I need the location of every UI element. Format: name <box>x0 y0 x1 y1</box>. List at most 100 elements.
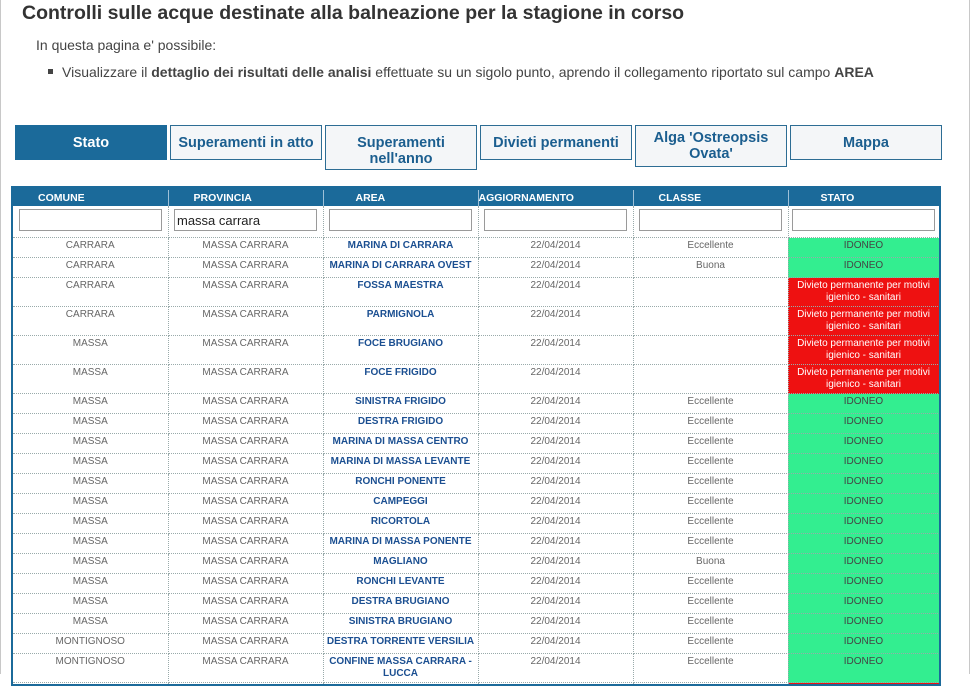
table-row: MASSAMASSA CARRARACAMPEGGI22/04/2014Ecce… <box>13 494 939 514</box>
cell-stato: IDONEO <box>788 554 939 574</box>
cell-stato: Divieto permanente per motivi igienico -… <box>788 365 939 394</box>
cell-stato: IDONEO <box>788 474 939 494</box>
cell-stato: IDONEO <box>788 514 939 534</box>
cell-stato: IDONEO <box>788 258 939 278</box>
cell-comune: CARRARA <box>13 278 168 307</box>
table-row: CARRARAMASSA CARRARAFOSSA MAESTRA22/04/2… <box>13 278 939 307</box>
cell-area[interactable]: TORRENTE VERSILIA <box>323 683 478 686</box>
cell-aggiornamento: 22/04/2014 <box>478 554 633 574</box>
cell-classe: Eccellente <box>633 434 788 454</box>
cell-comune: MASSA <box>13 534 168 554</box>
table-row: MASSAMASSA CARRARADESTRA BRUGIANO22/04/2… <box>13 594 939 614</box>
cell-classe: Buona <box>633 258 788 278</box>
cell-area[interactable]: MAGLIANO <box>323 554 478 574</box>
filter-classe[interactable] <box>639 209 782 231</box>
filter-area[interactable] <box>329 209 472 231</box>
cell-comune: MASSA <box>13 365 168 394</box>
header-area[interactable]: AREA <box>323 190 478 206</box>
header-aggiornamento[interactable]: AGGIORNAMENTO <box>478 190 633 206</box>
table-row: MONTIGNOSOMASSA CARRARATORRENTE VERSILIA… <box>13 683 939 686</box>
cell-aggiornamento: 22/04/2014 <box>478 494 633 514</box>
cell-area[interactable]: MARINA DI CARRARA OVEST <box>323 258 478 278</box>
cell-aggiornamento: 22/04/2014 <box>478 454 633 474</box>
cell-area[interactable]: SINISTRA FRIGIDO <box>323 394 478 414</box>
cell-area[interactable]: FOSSA MAESTRA <box>323 278 478 307</box>
cell-area[interactable]: PARMIGNOLA <box>323 307 478 336</box>
cell-area[interactable]: DESTRA FRIGIDO <box>323 414 478 434</box>
cell-area[interactable]: MARINA DI MASSA LEVANTE <box>323 454 478 474</box>
header-comune[interactable]: COMUNE <box>13 190 168 206</box>
cell-aggiornamento: 22/04/2014 <box>478 238 633 258</box>
cell-comune: MASSA <box>13 614 168 634</box>
tab-alga-ostreopsis[interactable]: Alga 'Ostreopsis Ovata' <box>635 125 787 167</box>
cell-comune: MASSA <box>13 494 168 514</box>
cell-provincia: MASSA CARRARA <box>168 494 323 514</box>
cell-area[interactable]: SINISTRA BRUGIANO <box>323 614 478 634</box>
header-provincia[interactable]: PROVINCIA <box>168 190 323 206</box>
cell-area[interactable]: RICORTOLA <box>323 514 478 534</box>
cell-area[interactable]: FOCE BRUGIANO <box>323 336 478 365</box>
cell-classe <box>633 336 788 365</box>
cell-classe <box>633 683 788 686</box>
cell-area[interactable]: MARINA DI CARRARA <box>323 238 478 258</box>
filter-stato[interactable] <box>792 209 935 231</box>
filter-aggiornamento[interactable] <box>484 209 627 231</box>
cell-aggiornamento: 22/04/2014 <box>478 683 633 686</box>
cell-aggiornamento: 22/04/2014 <box>478 336 633 365</box>
cell-classe <box>633 278 788 307</box>
cell-area[interactable]: CAMPEGGI <box>323 494 478 514</box>
cell-area[interactable]: MARINA DI MASSA CENTRO <box>323 434 478 454</box>
cell-stato: Divieto permanente per motivi igienico -… <box>788 278 939 307</box>
cell-aggiornamento: 22/04/2014 <box>478 394 633 414</box>
cell-aggiornamento: 22/04/2014 <box>478 307 633 336</box>
tab-stato[interactable]: Stato <box>15 125 167 160</box>
cell-aggiornamento: 22/04/2014 <box>478 258 633 278</box>
cell-aggiornamento: 22/04/2014 <box>478 594 633 614</box>
cell-comune: CARRARA <box>13 238 168 258</box>
page-title: Controlli sulle acque destinate alla bal… <box>22 2 684 25</box>
bullet-icon <box>48 69 53 74</box>
cell-area[interactable]: RONCHI PONENTE <box>323 474 478 494</box>
cell-comune: MONTIGNOSO <box>13 634 168 654</box>
cell-area[interactable]: RONCHI LEVANTE <box>323 574 478 594</box>
table-row: CARRARAMASSA CARRARAMARINA DI CARRARA OV… <box>13 258 939 278</box>
cell-aggiornamento: 22/04/2014 <box>478 574 633 594</box>
cell-provincia: MASSA CARRARA <box>168 365 323 394</box>
table-row: MASSAMASSA CARRARAMARINA DI MASSA LEVANT… <box>13 454 939 474</box>
cell-classe: Eccellente <box>633 574 788 594</box>
header-stato[interactable]: STATO <box>788 190 939 206</box>
filter-comune[interactable] <box>19 209 162 231</box>
cell-provincia: MASSA CARRARA <box>168 336 323 365</box>
tab-superamenti-nell-anno[interactable]: Superamenti nell'anno <box>325 125 477 170</box>
cell-area[interactable]: DESTRA TORRENTE VERSILIA <box>323 634 478 654</box>
cell-aggiornamento: 22/04/2014 <box>478 474 633 494</box>
cell-classe: Eccellente <box>633 514 788 534</box>
cell-stato: IDONEO <box>788 534 939 554</box>
cell-provincia: MASSA CARRARA <box>168 474 323 494</box>
cell-provincia: MASSA CARRARA <box>168 514 323 534</box>
table-row: MASSAMASSA CARRARAFOCE FRIGIDO22/04/2014… <box>13 365 939 394</box>
cell-area[interactable]: MARINA DI MASSA PONENTE <box>323 534 478 554</box>
cell-area[interactable]: DESTRA BRUGIANO <box>323 594 478 614</box>
cell-area[interactable]: CONFINE MASSA CARRARA - LUCCA <box>323 654 478 683</box>
table-header-row: COMUNE PROVINCIA AREA AGGIORNAMENTO CLAS… <box>13 190 939 206</box>
table-row: MASSAMASSA CARRARAMARINA DI MASSA PONENT… <box>13 534 939 554</box>
cell-area[interactable]: FOCE FRIGIDO <box>323 365 478 394</box>
cell-classe <box>633 307 788 336</box>
header-classe[interactable]: CLASSE <box>633 190 788 206</box>
cell-stato: IDONEO <box>788 394 939 414</box>
cell-stato: IDONEO <box>788 454 939 474</box>
cell-comune: MASSA <box>13 454 168 474</box>
tab-mappa[interactable]: Mappa <box>790 125 942 160</box>
tab-divieti-permanenti[interactable]: Divieti permanenti <box>480 125 632 160</box>
cell-provincia: MASSA CARRARA <box>168 594 323 614</box>
cell-aggiornamento: 22/04/2014 <box>478 414 633 434</box>
filter-provincia[interactable] <box>174 209 317 231</box>
cell-provincia: MASSA CARRARA <box>168 574 323 594</box>
table-row: MASSAMASSA CARRARARONCHI PONENTE22/04/20… <box>13 474 939 494</box>
cell-stato: IDONEO <box>788 594 939 614</box>
cell-provincia: MASSA CARRARA <box>168 434 323 454</box>
tab-superamenti-in-atto[interactable]: Superamenti in atto <box>170 125 322 160</box>
table-row: CARRARAMASSA CARRARAPARMIGNOLA22/04/2014… <box>13 307 939 336</box>
tab-bar: Stato Superamenti in atto Superamenti ne… <box>15 125 943 167</box>
